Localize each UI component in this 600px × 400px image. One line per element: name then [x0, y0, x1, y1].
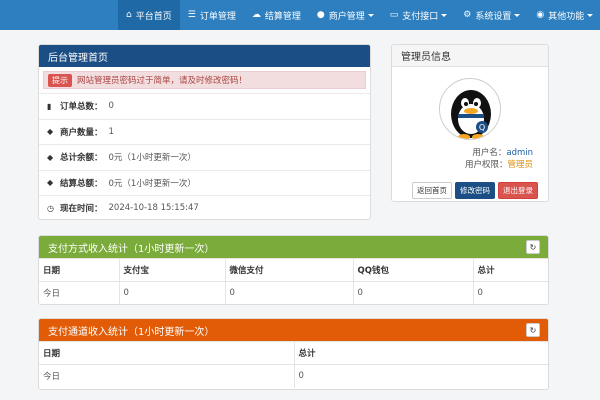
- list-icon: ☰: [187, 10, 196, 20]
- table-cell: 0: [224, 281, 353, 304]
- stat-row-merchants: ◆ 商户数量： 1: [39, 118, 370, 145]
- nav-label: 商户管理: [328, 11, 365, 22]
- bar-chart-icon: ▮: [47, 101, 52, 111]
- role-value: 管理员: [507, 160, 533, 170]
- table-cell: 0: [352, 281, 473, 304]
- penguin-avatar-icon: Q: [451, 90, 491, 139]
- stat-value: 2024-10-18 15:15:47: [108, 203, 199, 214]
- stat-row-time: ◷ 现在时间： 2024-10-18 15:15:47: [39, 195, 370, 219]
- stat-label: 结算总额：: [60, 178, 103, 189]
- cloud-icon: ☁: [251, 10, 261, 20]
- credit-card-icon: ▭: [389, 10, 399, 20]
- column-header: 微信支付: [224, 258, 353, 282]
- table-cell: 0: [472, 281, 548, 304]
- column-header: QQ钱包: [352, 258, 473, 282]
- role-line: 用户权限：管理员: [465, 158, 533, 170]
- panel-title: 管理员信息: [392, 45, 548, 67]
- username-value: admin: [506, 148, 533, 158]
- stat-value: 0: [108, 101, 114, 112]
- stat-label: 总计余额：: [60, 153, 103, 164]
- logout-button[interactable]: 退出登录: [498, 182, 538, 199]
- panel-title: 支付方式收入统计（1小时更新一次）: [48, 243, 215, 255]
- chevron-down-icon: [587, 13, 594, 17]
- table-header-row: 日期 支付宝 微信支付 QQ钱包 总计: [39, 258, 548, 282]
- nav-menu: ⌂ 平台首页 ☰ 订单管理 ☁ 结算管理 ● 商户管理 ▭ 支付接口 ⚙ 系统设…: [118, 0, 600, 30]
- stat-row-balance: ◆ 总计余额： 0元（1小时更新一次）: [39, 144, 370, 170]
- chevron-down-icon: [514, 13, 521, 17]
- drop-icon: ◆: [47, 152, 54, 162]
- chevron-down-icon: [441, 13, 448, 17]
- password-alert: 提示 网站管理员密码过于简单，请及时修改密码！: [43, 71, 366, 89]
- stat-value: 0元（1小时更新一次）: [108, 153, 196, 164]
- avatar: Q: [439, 78, 501, 140]
- table-cell: 0: [118, 281, 225, 304]
- refresh-button[interactable]: ↻: [526, 240, 540, 254]
- role-label: 用户权限：: [464, 160, 508, 170]
- stat-row-orders: ▮ 订单总数： 0: [39, 93, 370, 119]
- drop-icon: ◆: [47, 127, 54, 137]
- nav-item-merchants[interactable]: ● 商户管理: [309, 0, 382, 30]
- stat-value: 0元（1小时更新一次）: [108, 178, 196, 189]
- drop-icon: ◆: [47, 178, 54, 188]
- refresh-icon: ↻: [529, 242, 537, 252]
- table-cell: 0: [293, 364, 548, 388]
- gear-icon: ⚙: [463, 10, 472, 20]
- stat-value: 1: [108, 126, 114, 137]
- back-home-button[interactable]: 返回首页: [412, 182, 452, 199]
- nav-item-payment-interface[interactable]: ▭ 支付接口: [382, 0, 456, 30]
- alert-badge: 提示: [48, 73, 72, 87]
- column-header: 支付宝: [118, 258, 225, 282]
- username-label: 用户名：: [472, 148, 507, 158]
- stat-label: 商户数量：: [60, 127, 103, 138]
- nav-item-home[interactable]: ⌂ 平台首页: [118, 0, 180, 30]
- username-line: 用户名：admin: [472, 146, 533, 158]
- user-icon: ●: [316, 10, 325, 20]
- nav-label: 结算管理: [264, 11, 301, 22]
- channel-table: 日期 总计 今日 0: [39, 341, 548, 388]
- svg-text:Q: Q: [479, 123, 485, 132]
- nav-item-system-settings[interactable]: ⚙ 系统设置: [455, 0, 528, 30]
- nav-item-orders[interactable]: ☰ 订单管理: [180, 0, 244, 30]
- nav-item-settlement[interactable]: ☁ 结算管理: [244, 0, 309, 30]
- table-row: 今日 0: [39, 364, 548, 388]
- column-header: 日期: [39, 341, 294, 365]
- nav-label: 其他功能: [548, 11, 585, 22]
- nav-label: 系统设置: [475, 11, 512, 22]
- channel-stats-panel: 支付通道收入统计（1小时更新一次） ↻ 日期 总计 今日 0: [38, 318, 549, 390]
- column-header: 总计: [293, 341, 548, 365]
- stat-label: 订单总数：: [60, 102, 103, 113]
- panel-heading: 支付通道收入统计（1小时更新一次） ↻: [39, 319, 548, 341]
- chevron-down-icon: [367, 13, 374, 17]
- column-header: 总计: [472, 258, 548, 282]
- clock-icon: ◷: [47, 203, 54, 213]
- panel-title: 后台管理首页: [39, 45, 370, 67]
- admin-actions: 返回首页 修改密码 退出登录: [412, 182, 538, 199]
- table-row: 今日 0 0 0 0: [39, 281, 548, 304]
- panel-title: 支付通道收入统计（1小时更新一次）: [48, 326, 215, 338]
- payment-type-table: 日期 支付宝 微信支付 QQ钱包 总计 今日 0 0 0 0: [39, 258, 548, 304]
- home-icon: ⌂: [126, 10, 132, 20]
- admin-info-panel: 管理员信息 Q 用户名：admin 用户权限：管理员 返回首页 修改密码 退出登…: [391, 44, 549, 202]
- column-header: 日期: [39, 258, 119, 282]
- payment-type-stats-panel: 支付方式收入统计（1小时更新一次） ↻ 日期 支付宝 微信支付 QQ钱包 总计 …: [38, 235, 549, 305]
- nav-label: 平台首页: [135, 11, 172, 22]
- nav-label: 支付接口: [402, 11, 439, 22]
- nav-item-other[interactable]: ◉ 其他功能: [528, 0, 600, 30]
- top-navbar: ⌂ 平台首页 ☰ 订单管理 ☁ 结算管理 ● 商户管理 ▭ 支付接口 ⚙ 系统设…: [0, 0, 600, 30]
- refresh-icon: ↻: [529, 325, 537, 335]
- change-password-button[interactable]: 修改密码: [455, 182, 495, 199]
- stat-label: 现在时间：: [60, 204, 103, 215]
- dashboard-panel: 后台管理首页 提示 网站管理员密码过于简单，请及时修改密码！ ▮ 订单总数： 0…: [38, 44, 371, 220]
- globe-icon: ◉: [536, 10, 545, 20]
- nav-label: 订单管理: [199, 11, 236, 22]
- alert-text: 网站管理员密码过于简单，请及时修改密码！: [77, 76, 248, 86]
- table-header-row: 日期 总计: [39, 341, 548, 365]
- stat-row-settlement: ◆ 结算总额： 0元（1小时更新一次）: [39, 169, 370, 196]
- table-cell: 今日: [39, 281, 119, 304]
- table-cell: 今日: [39, 364, 294, 388]
- refresh-button[interactable]: ↻: [526, 323, 540, 337]
- panel-heading: 支付方式收入统计（1小时更新一次） ↻: [39, 236, 548, 258]
